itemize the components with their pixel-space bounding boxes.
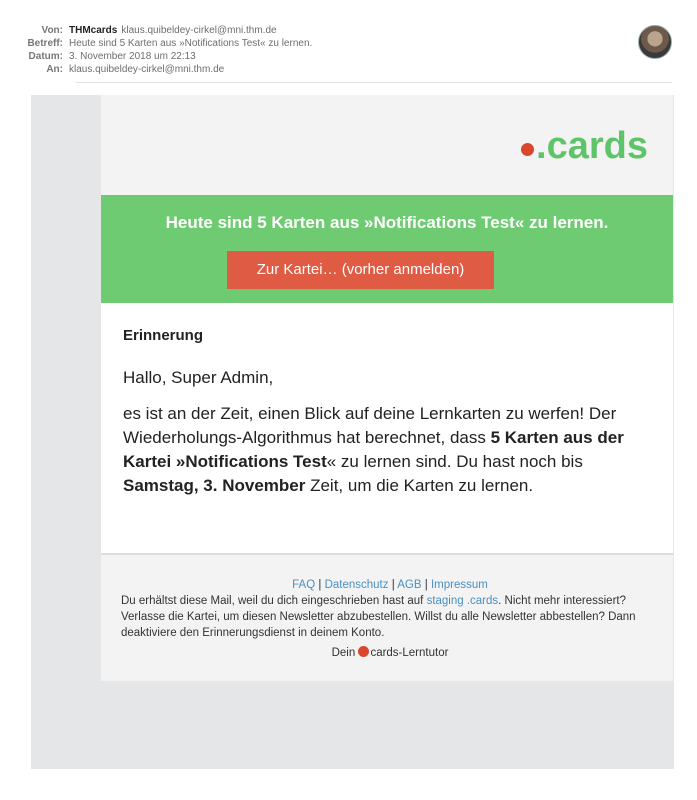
subject-row: Betreff: Heute sind 5 Karten aus »Notifi… — [0, 37, 697, 50]
imprint-link[interactable]: Impressum — [431, 579, 488, 591]
subject-value: Heute sind 5 Karten aus »Notifications T… — [69, 38, 313, 49]
from-label: Von: — [41, 25, 63, 36]
banner-title: Heute sind 5 Karten aus »Notifications T… — [165, 213, 609, 232]
to-value[interactable]: klaus.quibeldey-cirkel@mni.thm.de — [69, 63, 224, 76]
message-body: Erinnerung Hallo, Super Admin, es ist an… — [101, 303, 673, 553]
greeting: Hallo, Super Admin, — [123, 368, 274, 387]
reminder-heading: Erinnerung — [123, 327, 204, 344]
to-row: An: klaus.quibeldey-cirkel@mni.thm.de — [0, 63, 697, 76]
sender-email[interactable]: klaus.quibeldey-cirkel@mni.thm.de — [121, 25, 276, 36]
signature: Dein cards-Lerntutor — [331, 646, 449, 659]
mail-header: Von: THMcards klaus.quibeldey-cirkel@mni.… — [0, 0, 697, 83]
newsletter-card: . cards Heute sind 5 Karten aus »Notifica… — [101, 95, 673, 681]
faq-link[interactable]: FAQ — [292, 579, 315, 591]
cards-logo: . cards — [521, 125, 648, 168]
from-row: Von: THMcards klaus.quibeldey-cirkel@mni.… — [0, 24, 697, 37]
tomato-icon — [358, 646, 370, 657]
banner: Heute sind 5 Karten aus »Notifications T… — [101, 195, 673, 303]
date-row: Datum: 3. November 2018 um 22:13 — [0, 50, 697, 63]
mail-body-frame: . cards Heute sind 5 Karten aus »Notifica… — [31, 95, 674, 769]
privacy-link[interactable]: Datenschutz — [325, 579, 389, 591]
footer-notice: Du erhältst diese Mail, weil du dich ein… — [121, 595, 636, 639]
staging-cards-link[interactable]: staging .cards — [427, 595, 499, 607]
sender-name[interactable]: THMcards — [69, 25, 117, 36]
date-value: 3. November 2018 um 22:13 — [69, 51, 196, 62]
logo-area: . cards — [101, 95, 673, 195]
tomato-icon — [521, 143, 535, 156]
reminder-text: es ist an der Zeit, einen Blick auf dein… — [123, 404, 624, 495]
date-label: Datum: — [28, 51, 63, 62]
subject-label: Betreff: — [27, 38, 63, 49]
to-label: An: — [46, 64, 63, 75]
footer-links: FAQ | Datenschutz | AGB | Impressum — [292, 579, 488, 591]
open-deck-button[interactable]: Zur Kartei… (vorher anmelden) — [227, 251, 494, 289]
footer: FAQ | Datenschutz | AGB | Impressum Du e… — [101, 555, 673, 681]
terms-link[interactable]: AGB — [397, 579, 421, 591]
header-divider — [76, 82, 672, 83]
avatar[interactable] — [638, 25, 672, 59]
